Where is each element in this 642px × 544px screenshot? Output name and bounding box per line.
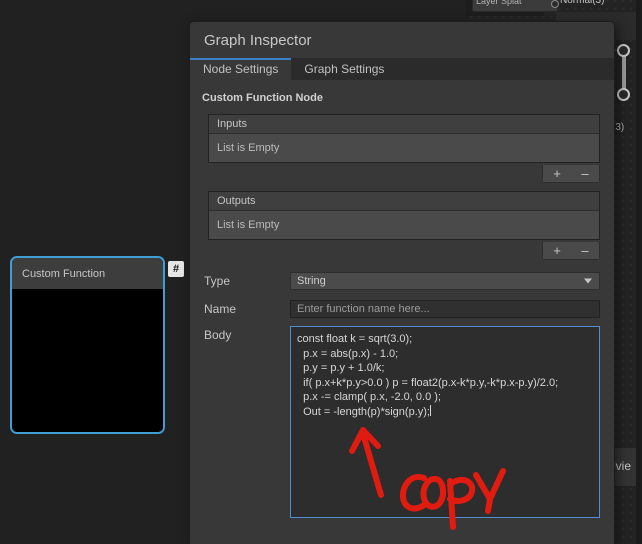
body-code-text: const float k = sqrt(3.0); p.x = abs(p.x…	[297, 333, 559, 418]
inputs-list-empty: List is Empty	[209, 134, 599, 162]
name-field-label: Name	[204, 302, 237, 316]
outputs-add-button[interactable]: +	[543, 242, 571, 259]
normal-radio-button[interactable]	[551, 0, 559, 8]
name-field-control: Enter function name here...	[290, 300, 600, 318]
window-scroll-edge[interactable]	[636, 0, 642, 544]
body-field-row: Body const float k = sqrt(3.0); p.x = ab…	[190, 326, 614, 518]
normal-mode-label: Normal(3)	[560, 0, 605, 6]
node-shader-badge-icon[interactable]: #	[168, 261, 184, 277]
outputs-section: Outputs List is Empty + –	[208, 191, 600, 260]
inputs-list[interactable]: Inputs List is Empty	[208, 114, 600, 163]
outputs-list-footer: + –	[208, 242, 600, 260]
type-field-control: String	[290, 272, 600, 290]
node-header[interactable]: Custom Function	[12, 258, 163, 289]
outputs-list-empty: List is Empty	[209, 211, 599, 239]
outputs-list[interactable]: Outputs List is Empty	[208, 191, 600, 240]
graph-inspector-window: Graph Inspector Node Settings Graph Sett…	[190, 22, 614, 544]
body-code-editor[interactable]: const float k = sqrt(3.0); p.x = abs(p.x…	[290, 326, 600, 518]
inputs-button-group: + –	[542, 165, 600, 183]
outputs-button-group: + –	[542, 242, 600, 260]
type-field-row: Type String	[190, 270, 600, 292]
connector-port-top[interactable]	[617, 44, 630, 57]
chevron-down-icon	[584, 278, 592, 284]
outputs-list-header: Outputs	[209, 192, 599, 211]
name-field-row: Name Enter function name here...	[190, 298, 600, 320]
inspector-tabs: Node Settings Graph Settings	[190, 58, 614, 80]
shader-graph-window: Layer Splat Normal(3) (3) evie Custom Fu…	[0, 0, 642, 544]
body-field-label: Body	[204, 328, 232, 342]
tab-node-settings-label: Node Settings	[203, 62, 279, 76]
inputs-list-header: Inputs	[209, 115, 599, 134]
connector-port-bottom[interactable]	[617, 88, 630, 101]
inputs-section: Inputs List is Empty + –	[208, 114, 600, 183]
tab-graph-settings-label: Graph Settings	[304, 62, 385, 76]
inputs-list-footer: + –	[208, 165, 600, 183]
outputs-remove-button[interactable]: –	[571, 242, 599, 259]
node-title: Custom Function	[22, 267, 106, 280]
tab-node-settings[interactable]: Node Settings	[190, 58, 292, 80]
custom-function-node[interactable]: Custom Function	[10, 256, 165, 434]
node-type-heading: Custom Function Node	[202, 92, 323, 104]
tab-graph-settings[interactable]: Graph Settings	[291, 58, 398, 80]
type-dropdown[interactable]: String	[290, 272, 600, 290]
tab-strip-filler	[397, 58, 614, 80]
inspector-title: Graph Inspector	[204, 31, 312, 49]
type-dropdown-value: String	[297, 275, 326, 287]
inspector-titlebar[interactable]: Graph Inspector	[190, 22, 614, 58]
background-toolbar-label: Layer Splat	[476, 0, 522, 6]
inputs-add-button[interactable]: +	[543, 165, 571, 182]
inputs-remove-button[interactable]: –	[571, 165, 599, 182]
type-field-label: Type	[204, 274, 231, 288]
name-input[interactable]: Enter function name here...	[290, 300, 600, 318]
inspector-content: Custom Function Node Inputs List is Empt…	[190, 80, 614, 544]
text-caret	[429, 404, 431, 416]
node-preview-body	[12, 289, 163, 432]
